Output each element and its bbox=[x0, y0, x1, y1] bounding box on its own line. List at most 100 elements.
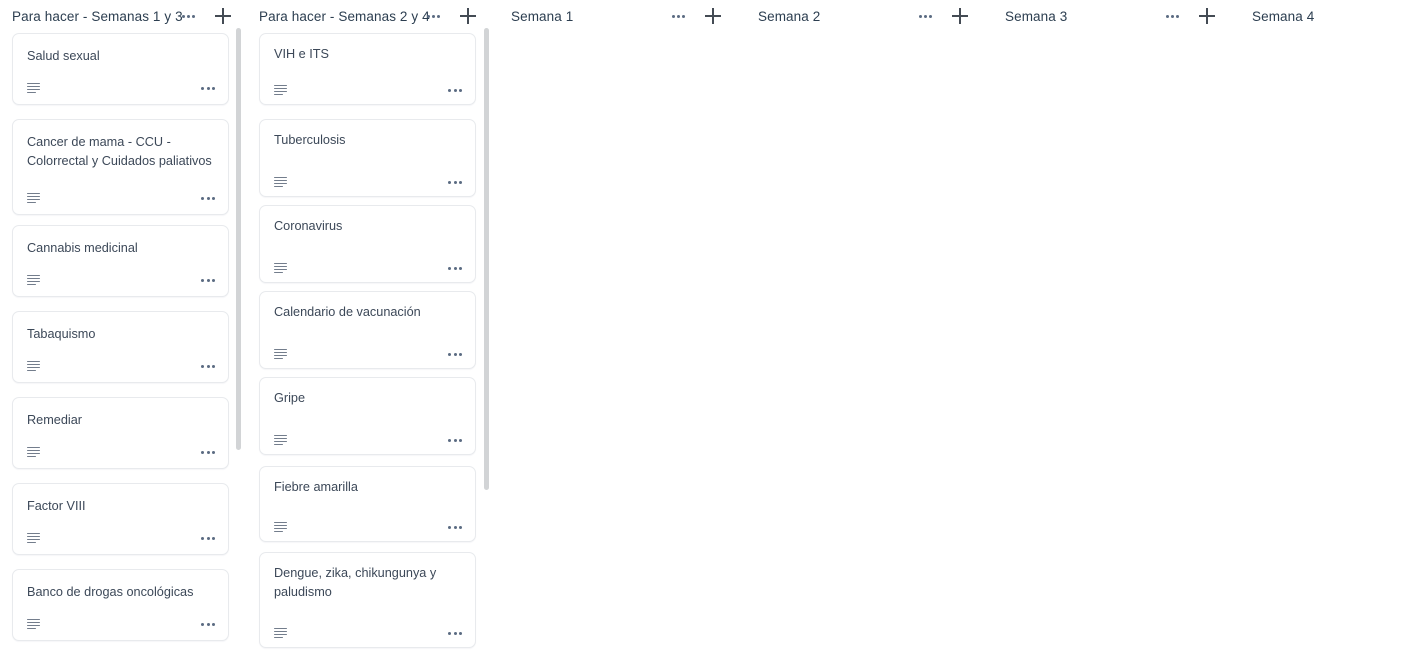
card-menu-icon[interactable] bbox=[200, 447, 216, 458]
add-card-plus-icon[interactable] bbox=[1199, 8, 1215, 24]
card-footer bbox=[27, 358, 216, 374]
add-card-plus-icon[interactable] bbox=[705, 8, 721, 24]
card-description-icon bbox=[27, 274, 40, 286]
kanban-board: Para hacer - Semanas 1 y 3 Salud sexual Ca… bbox=[0, 0, 1404, 654]
card-menu-icon[interactable] bbox=[447, 628, 463, 639]
card-menu-icon[interactable] bbox=[447, 263, 463, 274]
column-menu-icon[interactable] bbox=[1164, 11, 1181, 22]
board-card[interactable]: Gripe bbox=[259, 377, 476, 455]
column-2-scrollbar[interactable] bbox=[484, 28, 489, 654]
card-title: Calendario de vacunación bbox=[274, 305, 421, 319]
column-card-list: Salud sexual Cancer de mama - CCU - Color… bbox=[0, 32, 232, 641]
card-footer bbox=[274, 625, 463, 641]
column-title[interactable]: Semana 3 bbox=[1005, 9, 1067, 24]
board-card[interactable]: Salud sexual bbox=[12, 33, 229, 105]
card-menu-icon[interactable] bbox=[447, 435, 463, 446]
card-description-icon bbox=[27, 532, 40, 544]
column-card-list bbox=[741, 32, 987, 33]
card-footer bbox=[274, 346, 463, 362]
card-title: Tabaquismo bbox=[27, 327, 96, 341]
column-card-list bbox=[494, 32, 740, 33]
card-description-icon bbox=[27, 82, 40, 94]
column-actions bbox=[425, 8, 476, 24]
card-title: Salud sexual bbox=[27, 49, 100, 63]
card-description-icon bbox=[27, 192, 40, 204]
card-menu-icon[interactable] bbox=[447, 85, 463, 96]
board-card[interactable]: Tuberculosis bbox=[259, 119, 476, 197]
column-title[interactable]: Semana 1 bbox=[511, 9, 573, 24]
card-menu-icon[interactable] bbox=[200, 83, 216, 94]
card-description-icon bbox=[274, 627, 287, 639]
column-menu-icon[interactable] bbox=[425, 11, 442, 22]
board-card[interactable]: Calendario de vacunación bbox=[259, 291, 476, 369]
column-header: Para hacer - Semanas 2 y 4 bbox=[247, 0, 479, 32]
add-card-plus-icon[interactable] bbox=[952, 8, 968, 24]
card-title: Dengue, zika, chikungunya y paludismo bbox=[274, 566, 437, 599]
card-title: Factor VIII bbox=[27, 499, 86, 513]
board-column: Semana 1 bbox=[494, 0, 740, 654]
board-column: Para hacer - Semanas 2 y 4 VIH e ITS Tuber… bbox=[247, 0, 479, 654]
card-title: Cannabis medicinal bbox=[27, 241, 138, 255]
card-description-icon bbox=[274, 434, 287, 446]
column-card-list bbox=[988, 32, 1234, 33]
card-menu-icon[interactable] bbox=[200, 275, 216, 286]
board-column: Semana 2 bbox=[741, 0, 987, 654]
card-footer bbox=[274, 519, 463, 535]
board-card[interactable]: Cannabis medicinal bbox=[12, 225, 229, 297]
card-title: Cancer de mama - CCU - Colorrectal y Cui… bbox=[27, 135, 212, 168]
card-description-icon bbox=[274, 348, 287, 360]
board-card[interactable]: Coronavirus bbox=[259, 205, 476, 283]
card-footer bbox=[274, 432, 463, 448]
column-1-scrollbar[interactable] bbox=[236, 28, 241, 654]
board-card[interactable]: Banco de drogas oncológicas bbox=[12, 569, 229, 641]
board-card[interactable]: Fiebre amarilla bbox=[259, 466, 476, 542]
column-header: Semana 2 bbox=[741, 0, 987, 32]
column-menu-icon[interactable] bbox=[670, 11, 687, 22]
column-title[interactable]: Semana 2 bbox=[758, 9, 820, 24]
card-menu-icon[interactable] bbox=[200, 619, 216, 630]
card-title: Remediar bbox=[27, 413, 82, 427]
card-title: Tuberculosis bbox=[274, 133, 346, 147]
card-footer bbox=[274, 260, 463, 276]
card-footer bbox=[274, 82, 463, 98]
board-card[interactable]: Tabaquismo bbox=[12, 311, 229, 383]
column-menu-icon[interactable] bbox=[180, 11, 197, 22]
column-card-list: VIH e ITS Tuberculosis Coronavirus Calendar… bbox=[247, 32, 479, 648]
card-footer bbox=[27, 272, 216, 288]
column-header: Semana 4 bbox=[1235, 0, 1404, 32]
card-footer bbox=[27, 616, 216, 632]
column-card-list bbox=[1235, 32, 1404, 33]
scrollbar-thumb[interactable] bbox=[236, 28, 241, 450]
card-title: Gripe bbox=[274, 391, 306, 405]
board-column: Semana 4 bbox=[1235, 0, 1404, 654]
card-menu-icon[interactable] bbox=[200, 361, 216, 372]
board-card[interactable]: Remediar bbox=[12, 397, 229, 469]
card-footer bbox=[274, 174, 463, 190]
card-menu-icon[interactable] bbox=[200, 533, 216, 544]
card-description-icon bbox=[274, 521, 287, 533]
column-title[interactable]: Semana 4 bbox=[1252, 9, 1314, 24]
board-card[interactable]: Factor VIII bbox=[12, 483, 229, 555]
column-actions bbox=[1164, 8, 1215, 24]
card-description-icon bbox=[274, 84, 287, 96]
column-header: Semana 3 bbox=[988, 0, 1234, 32]
card-footer bbox=[27, 80, 216, 96]
column-actions bbox=[670, 8, 721, 24]
card-menu-icon[interactable] bbox=[447, 349, 463, 360]
scrollbar-thumb[interactable] bbox=[484, 28, 489, 490]
column-title[interactable]: Para hacer - Semanas 2 y 4 bbox=[259, 9, 430, 24]
add-card-plus-icon[interactable] bbox=[215, 8, 231, 24]
column-menu-icon[interactable] bbox=[917, 11, 934, 22]
column-title[interactable]: Para hacer - Semanas 1 y 3 bbox=[12, 9, 183, 24]
card-menu-icon[interactable] bbox=[447, 522, 463, 533]
card-footer bbox=[27, 444, 216, 460]
card-menu-icon[interactable] bbox=[447, 177, 463, 188]
board-card[interactable]: VIH e ITS bbox=[259, 33, 476, 105]
card-menu-icon[interactable] bbox=[200, 193, 216, 204]
card-description-icon bbox=[274, 262, 287, 274]
column-header: Semana 1 bbox=[494, 0, 740, 32]
add-card-plus-icon[interactable] bbox=[460, 8, 476, 24]
board-card[interactable]: Cancer de mama - CCU - Colorrectal y Cui… bbox=[12, 119, 229, 215]
board-card[interactable]: Dengue, zika, chikungunya y paludismo bbox=[259, 552, 476, 648]
card-description-icon bbox=[27, 618, 40, 630]
